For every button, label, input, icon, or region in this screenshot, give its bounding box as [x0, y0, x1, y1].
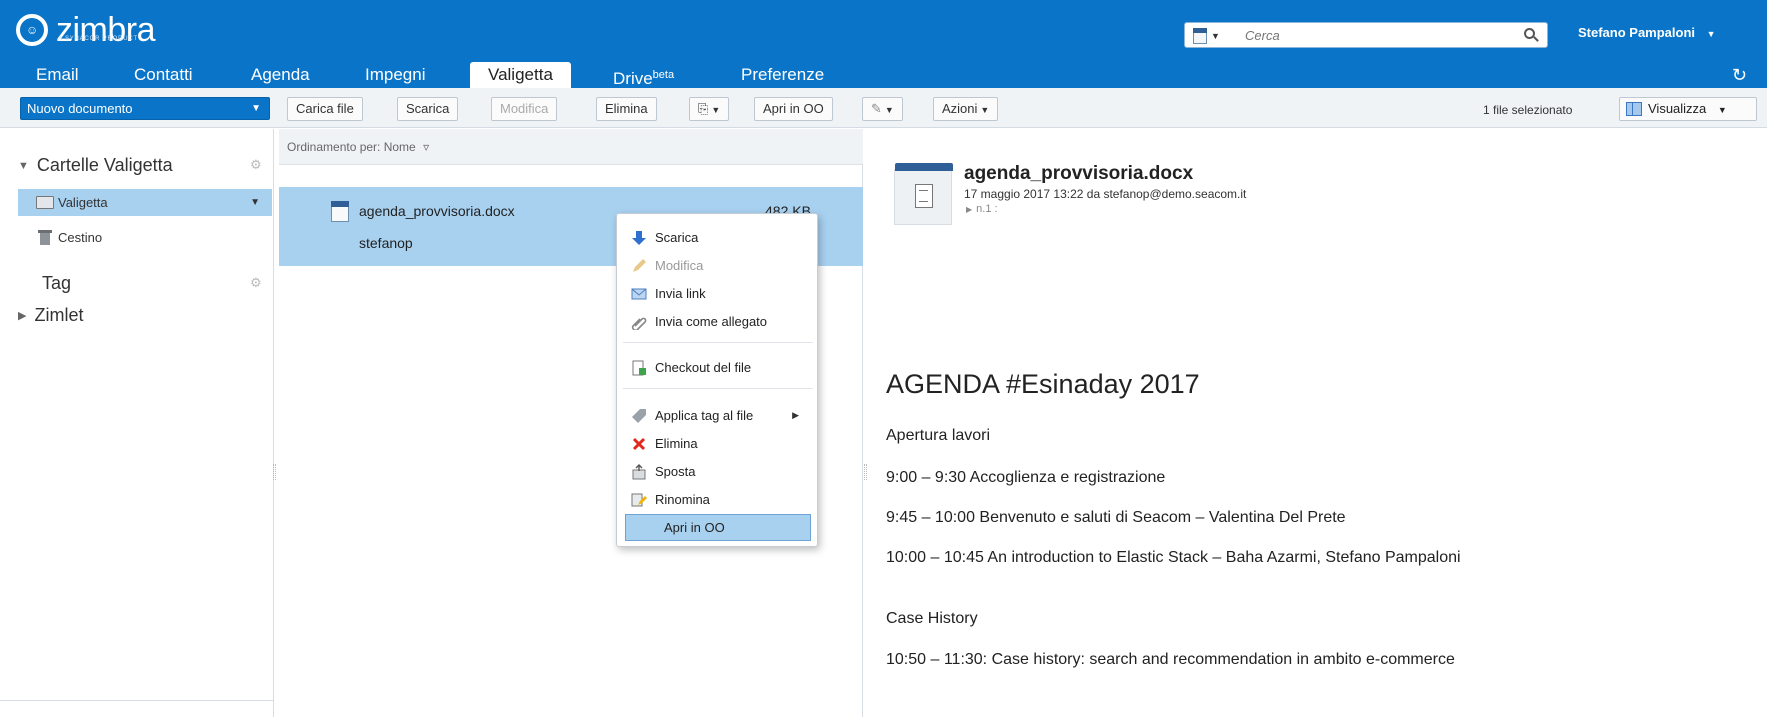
zimbra-logo-icon: ☺: [14, 10, 54, 50]
sort-icon[interactable]: ▿: [423, 140, 429, 154]
menu-item-checkout[interactable]: Checkout del file: [625, 354, 811, 381]
document-line: 10:50 – 11:30: Case history: search and …: [886, 651, 1455, 668]
context-menu: Scarica Modifica Invia link Invia come a…: [616, 213, 818, 547]
panel-splitter[interactable]: [273, 464, 276, 480]
file-owner: stefanop: [359, 235, 413, 251]
user-name: Stefano Pampaloni: [1578, 25, 1696, 40]
document-heading: AGENDA #Esinaday 2017: [886, 369, 1200, 399]
red-x-icon: [632, 437, 646, 451]
tag-header[interactable]: Tag: [42, 273, 71, 294]
paperclip-icon: [631, 317, 647, 330]
document-thumbnail-icon: [894, 163, 953, 225]
gear-icon[interactable]: ⚙: [250, 275, 262, 291]
menu-item-scarica[interactable]: Scarica: [625, 224, 811, 251]
menu-item-elimina[interactable]: Elimina: [625, 430, 811, 457]
document-icon: [331, 201, 349, 222]
tab-contatti[interactable]: Contatti: [134, 62, 193, 88]
chevron-down-icon[interactable]: ▼: [250, 189, 260, 216]
chevron-down-icon: ▼: [1706, 29, 1716, 39]
trash-icon: [38, 230, 52, 245]
version-toggle[interactable]: ▶ n.1 :: [966, 203, 998, 215]
move-button[interactable]: ⎘ ▼: [689, 97, 730, 121]
panel-splitter[interactable]: [864, 464, 867, 480]
menu-item-modifica[interactable]: Modifica: [625, 252, 811, 279]
app-tabs: Email Contatti Agenda Impegni Valigetta …: [0, 62, 1767, 88]
move-icon: ⎘: [698, 101, 709, 116]
email-link-icon: [631, 288, 647, 300]
chevron-down-icon: ▼: [1717, 105, 1727, 115]
open-in-oo-button[interactable]: Apri in OO: [754, 97, 833, 121]
menu-item-invia-link[interactable]: Invia link: [625, 280, 811, 307]
user-menu[interactable]: Stefano Pampaloni ▼: [1578, 25, 1716, 40]
reading-pane: agenda_provvisoria.docx 17 maggio 2017 1…: [868, 129, 1767, 717]
tag-icon: [632, 409, 646, 423]
selection-count: 1 file selezionato: [1483, 103, 1573, 117]
file-name: agenda_provvisoria.docx: [359, 203, 515, 219]
refresh-icon[interactable]: ↻: [1732, 66, 1747, 84]
document-line: 10:00 – 10:45 An introduction to Elastic…: [886, 549, 1461, 566]
menu-item-sposta[interactable]: Sposta: [625, 458, 811, 485]
zimbra-logo[interactable]: ☺ zimbra: [14, 8, 156, 52]
menu-item-apri-oo[interactable]: Apri in OO: [625, 514, 811, 541]
chevron-down-icon: ▼: [1211, 31, 1220, 41]
document-line: 9:00 – 9:30 Accoglienza e registrazione: [886, 469, 1166, 486]
reading-pane-icon: [1626, 102, 1642, 116]
collapse-triangle-icon[interactable]: ▶: [18, 310, 26, 322]
search-input[interactable]: [1245, 26, 1505, 45]
chevron-down-icon: ▼: [711, 105, 721, 115]
app-header: ☺ zimbra A SYNACOR PRODUCT ▼ Stefano Pam…: [0, 0, 1767, 62]
preview-title: agenda_provvisoria.docx: [964, 163, 1194, 184]
logo-subtitle: A SYNACOR PRODUCT: [58, 36, 138, 42]
expand-triangle-icon[interactable]: ▶: [966, 205, 972, 214]
menu-item-invia-allegato[interactable]: Invia come allegato: [625, 308, 811, 335]
folder-icon: [36, 196, 54, 209]
preview-meta: 17 maggio 2017 13:22 da stefanop@demo.se…: [964, 187, 1247, 201]
tab-valigetta[interactable]: Valigetta: [470, 62, 571, 88]
gear-icon[interactable]: ⚙: [250, 157, 262, 173]
actions-button[interactable]: Azioni ▼: [933, 97, 999, 121]
tab-email[interactable]: Email: [36, 62, 79, 88]
document-line: Apertura lavori: [886, 427, 991, 444]
tag-icon: ✎: [871, 101, 882, 116]
sidebar-item-cestino[interactable]: Cestino: [18, 224, 272, 251]
delete-button[interactable]: Elimina: [596, 97, 657, 121]
tag-button[interactable]: ✎ ▼: [862, 97, 903, 121]
tab-drive[interactable]: Drivebeta: [613, 62, 674, 88]
chevron-down-icon: ▼: [980, 105, 990, 115]
beta-badge: beta: [652, 69, 675, 81]
pencil-icon: [633, 259, 646, 272]
document-type-icon: [1193, 28, 1207, 44]
chevron-down-icon: ▼: [884, 105, 894, 115]
expand-triangle-icon[interactable]: ▼: [18, 160, 29, 172]
tab-agenda[interactable]: Agenda: [251, 62, 310, 88]
search-icon[interactable]: [1523, 27, 1539, 43]
chevron-down-icon[interactable]: ▼: [251, 98, 261, 119]
search-type-dropdown[interactable]: ▼: [1193, 27, 1220, 45]
move-icon: [632, 464, 646, 480]
menu-item-applica-tag[interactable]: Applica tag al file ▶: [625, 402, 811, 429]
upload-file-button[interactable]: Carica file: [287, 97, 363, 121]
briefcase-folders-header[interactable]: ▼ Cartelle Valigetta: [18, 155, 173, 176]
download-button[interactable]: Scarica: [397, 97, 459, 121]
download-arrow-icon: [632, 231, 646, 245]
document-line: Case History: [886, 610, 978, 627]
view-button[interactable]: Visualizza ▼: [1619, 97, 1757, 121]
checkout-icon: [632, 360, 646, 376]
tab-impegni[interactable]: Impegni: [365, 62, 425, 88]
search-box: ▼: [1184, 22, 1548, 48]
tab-preferenze[interactable]: Preferenze: [741, 62, 824, 88]
new-document-button[interactable]: Nuovo documento ▼: [20, 97, 270, 120]
sort-header[interactable]: Ordinamento per: Nome ▿: [279, 129, 863, 165]
edit-button[interactable]: Modifica: [491, 97, 558, 121]
document-line: 9:45 – 10:00 Benvenuto e saluti di Seaco…: [886, 509, 1346, 526]
zimlet-header[interactable]: ▶ Zimlet: [18, 305, 83, 326]
submenu-arrow-icon: ▶: [792, 410, 799, 420]
menu-item-rinomina[interactable]: Rinomina: [625, 486, 811, 513]
toolbar: Nuovo documento ▼ Carica file Scarica Mo…: [0, 88, 1767, 128]
sidebar-item-valigetta[interactable]: Valigetta ▼: [18, 189, 272, 216]
left-panel: ▼ Cartelle Valigetta ⚙ Valigetta ▼ Cestin…: [0, 129, 274, 717]
rename-icon: [631, 493, 647, 507]
